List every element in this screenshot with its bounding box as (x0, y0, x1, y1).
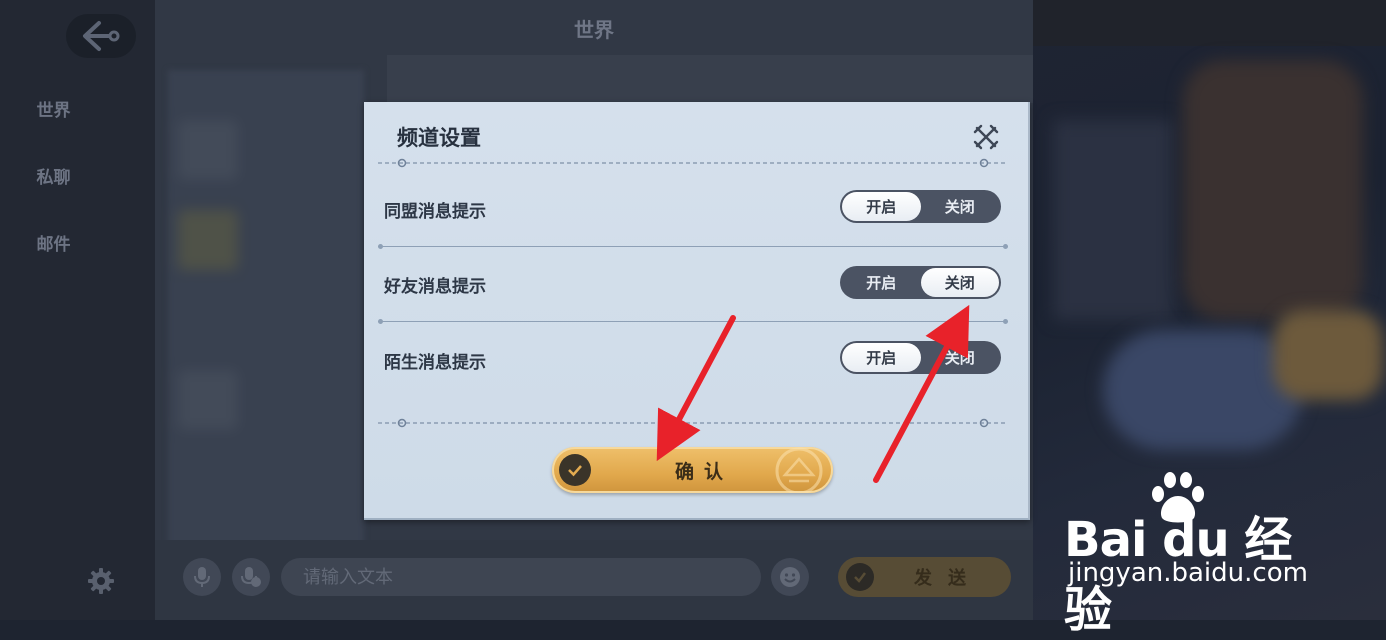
stranger-message-label: 陌生消息提示 (384, 353, 486, 373)
alliance-message-toggle[interactable]: 开启 关闭 (840, 190, 1001, 223)
send-button[interactable]: 发送 (838, 557, 1011, 597)
page-title: 世界 (574, 18, 614, 42)
back-arrow-icon (83, 21, 120, 51)
message-strip (387, 55, 1033, 103)
toggle-on-option[interactable]: 开启 (842, 192, 921, 221)
friend-message-toggle[interactable]: 开启 关闭 (840, 266, 1001, 299)
channel-settings-dialog: 频道设置 同盟消息提示 开启 关闭 好友消息提示 开启 关闭 陌生消息提示 开启… (364, 102, 1030, 520)
watermark-url: jingyan.baidu.com (1068, 558, 1308, 588)
gear-icon[interactable] (86, 566, 116, 596)
crossed-swords-close-icon[interactable] (973, 124, 999, 150)
microphone-icon (194, 567, 210, 587)
confirm-label: 确认 (675, 460, 734, 483)
stranger-message-toggle[interactable]: 开启 关闭 (840, 341, 1001, 374)
toggle-off-option[interactable]: 关闭 (921, 343, 1000, 372)
back-button[interactable] (66, 14, 136, 58)
emoji-button[interactable] (771, 558, 809, 596)
dialog-title: 频道设置 (397, 126, 481, 150)
emoji-icon (780, 567, 800, 587)
microphone-team-icon (241, 567, 261, 587)
title-divider (378, 158, 1008, 168)
voice-button[interactable] (183, 558, 221, 596)
baidu-watermark: Bai du 经验 jingyan.baidu.com (1064, 470, 1314, 638)
toggle-on-option[interactable]: 开启 (842, 268, 921, 297)
toggle-off-option[interactable]: 关闭 (921, 192, 1000, 221)
confirm-button[interactable]: 确认 (552, 447, 833, 493)
blurred-message-list (168, 70, 364, 560)
chat-input[interactable] (281, 558, 761, 596)
row-divider (378, 319, 1008, 324)
confirm-check-icon (559, 454, 591, 486)
sidebar-item-private-chat[interactable]: 私聊 (0, 163, 131, 188)
sidebar-item-mail[interactable]: 邮件 (0, 230, 131, 255)
alliance-message-label: 同盟消息提示 (384, 202, 486, 222)
left-sidebar (0, 0, 155, 620)
send-check-icon (846, 563, 874, 591)
send-label: 发送 (914, 568, 982, 589)
toggle-on-option[interactable]: 开启 (842, 343, 921, 372)
row-divider (378, 244, 1008, 249)
toggle-off-option[interactable]: 关闭 (920, 268, 999, 297)
friend-message-label: 好友消息提示 (384, 277, 486, 297)
team-voice-button[interactable] (232, 558, 270, 596)
compass-emblem-icon (775, 447, 823, 493)
bottom-divider (378, 418, 1008, 428)
sidebar-item-world[interactable]: 世界 (0, 96, 131, 121)
